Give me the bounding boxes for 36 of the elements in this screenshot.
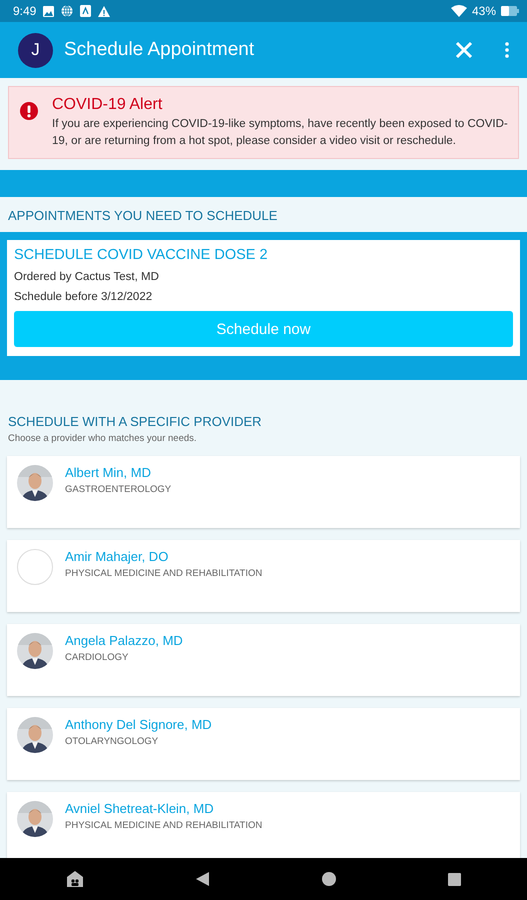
alert-message: If you are experiencing COVID-19-like symptoms, have recently been exposed to COVID-19, or are returning from a hot spot, please consider a video visit or reschedule. (52, 117, 508, 149)
warning-icon (98, 6, 110, 16)
provider-card[interactable]: Angela Palazzo, MD CARDIOLOGY (7, 624, 520, 696)
wifi-icon (450, 5, 467, 17)
provider-card[interactable]: Avniel Shetreat-Klein, MD PHYSICAL MEDICINE AND REHABILITATION (7, 792, 520, 858)
globe-icon (61, 5, 74, 17)
provider-specialty: CARDIOLOGY (65, 652, 130, 663)
section-heading: APPOINTMENTS YOU NEED TO SCHEDULE (7, 207, 278, 225)
section-subheading: Choose a provider who matches your needs. (7, 432, 198, 446)
provider-card[interactable]: Albert Min, MD GASTROENTEROLOGY (7, 456, 520, 528)
appointment-title: SCHEDULE COVID VACCINE DOSE 2 (14, 247, 269, 263)
section-heading: SCHEDULE WITH A SPECIFIC PROVIDER (7, 413, 263, 429)
back-icon[interactable] (196, 872, 210, 886)
provider-card[interactable]: Anthony Del Signore, MD OTOLARYNGOLOGY (7, 708, 520, 780)
provider-specialty: GASTROENTEROLOGY (65, 484, 172, 495)
image-icon (43, 6, 54, 16)
alert-title: COVID-19 Alert (52, 96, 164, 114)
status-time: 9:49 (13, 4, 36, 18)
provider-card[interactable]: Amir Mahajer, DO PHYSICAL MEDICINE AND REHABILITATION (7, 540, 520, 612)
provider-specialty: PHYSICAL MEDICINE AND REHABILITATION (65, 568, 262, 579)
screen-title: Schedule Appointment (64, 39, 256, 61)
avatar-placeholder (17, 549, 53, 585)
home-button-icon[interactable] (322, 872, 336, 886)
user-avatar[interactable]: J (18, 32, 53, 68)
ordered-by-text: Ordered by Cactus Test, MD (14, 271, 160, 283)
app-icon (80, 5, 92, 17)
provider-specialty: OTOLARYNGOLOGY (65, 736, 160, 747)
close-icon[interactable] (455, 41, 473, 59)
home-icon[interactable] (66, 870, 84, 888)
battery-percentage: 43% (472, 4, 496, 18)
battery-icon (501, 6, 519, 16)
alert-icon (20, 102, 38, 120)
deadline-text: Schedule before 3/12/2022 (14, 291, 154, 303)
more-options-icon[interactable] (505, 42, 509, 58)
provider-specialty: PHYSICAL MEDICINE AND REHABILITATION (65, 820, 262, 831)
recents-icon[interactable] (448, 872, 461, 886)
